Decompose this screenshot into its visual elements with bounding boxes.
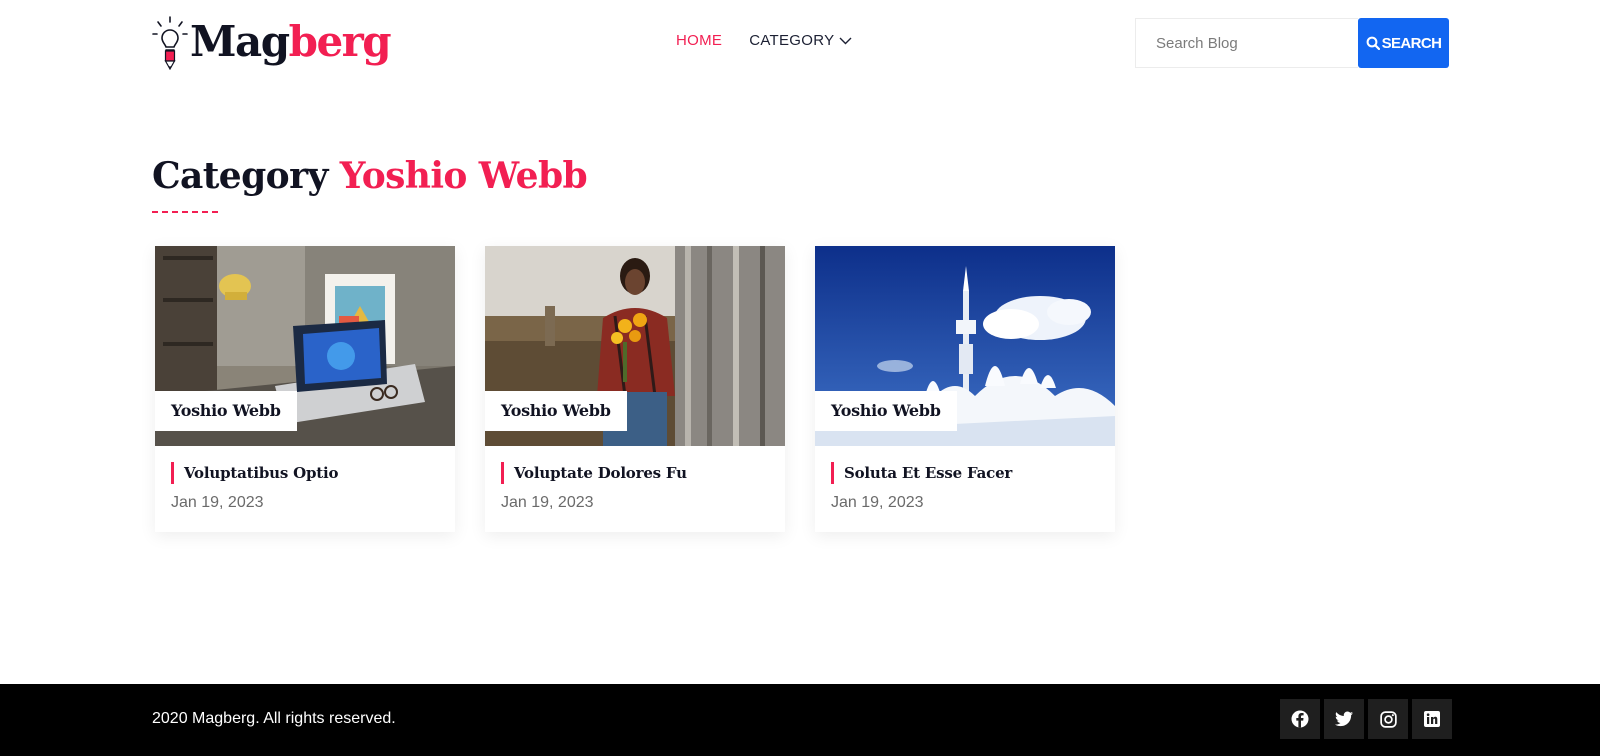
post-date: Jan 19, 2023 xyxy=(501,494,594,511)
post-title[interactable]: Voluptate Dolores Fu xyxy=(501,462,687,484)
page-title-prefix: Category xyxy=(152,155,328,197)
search-button[interactable]: SEARCH xyxy=(1358,18,1449,68)
search-form: SEARCH xyxy=(1135,18,1449,68)
post-list: Yoshio Webb Voluptatibus Optio Jan 19, 2… xyxy=(155,246,1145,532)
post-date: Jan 19, 2023 xyxy=(171,494,264,511)
page-title-category: Yoshio Webb xyxy=(339,155,588,197)
twitter-icon xyxy=(1335,711,1353,727)
instagram-icon xyxy=(1379,710,1397,728)
post-title[interactable]: Voluptatibus Optio xyxy=(171,462,338,484)
nav-home-link[interactable]: HOME xyxy=(676,32,722,49)
social-links xyxy=(1276,699,1452,739)
post-category-tag[interactable]: Yoshio Webb xyxy=(485,391,627,431)
lightbulb-pencil-icon xyxy=(152,16,188,70)
instagram-link[interactable] xyxy=(1368,699,1408,739)
post-title[interactable]: Soluta Et Esse Facer xyxy=(831,462,1012,484)
linkedin-link[interactable] xyxy=(1412,699,1452,739)
post-card[interactable]: Yoshio Webb Soluta Et Esse Facer Jan 19,… xyxy=(815,246,1115,532)
snowy-tower-photo[interactable]: Yoshio Webb xyxy=(815,246,1115,446)
site-footer: 2020 Magberg. All rights reserved. xyxy=(0,684,1600,756)
logo-text-part1: Mag xyxy=(190,17,290,66)
facebook-link[interactable] xyxy=(1280,699,1320,739)
search-icon xyxy=(1366,36,1380,50)
post-date: Jan 19, 2023 xyxy=(831,494,924,511)
chevron-down-icon xyxy=(839,37,852,44)
linkedin-icon xyxy=(1424,711,1440,727)
post-category-tag[interactable]: Yoshio Webb xyxy=(815,391,957,431)
nav-category-dropdown[interactable]: CATEGORY xyxy=(749,32,852,49)
logo-text: Magberg xyxy=(190,14,392,70)
page-title: Category Yoshio Webb xyxy=(152,150,588,202)
laptop-desk-photo[interactable]: Yoshio Webb xyxy=(155,246,455,446)
search-input[interactable] xyxy=(1135,18,1358,68)
nav-category-label: CATEGORY xyxy=(749,32,835,49)
title-divider xyxy=(152,211,218,213)
site-logo[interactable]: Magberg xyxy=(152,14,392,70)
main-nav: HOME CATEGORY xyxy=(676,32,879,49)
post-card[interactable]: Yoshio Webb Voluptate Dolores Fu Jan 19,… xyxy=(485,246,785,532)
logo-text-part2: berg xyxy=(288,17,392,66)
twitter-link[interactable] xyxy=(1324,699,1364,739)
facebook-icon xyxy=(1291,710,1309,728)
post-card[interactable]: Yoshio Webb Voluptatibus Optio Jan 19, 2… xyxy=(155,246,455,532)
woman-sunflowers-photo[interactable]: Yoshio Webb xyxy=(485,246,785,446)
site-header: Magberg HOME CATEGORY SEARCH xyxy=(0,0,1600,86)
post-category-tag[interactable]: Yoshio Webb xyxy=(155,391,297,431)
copyright-text: 2020 Magberg. All rights reserved. xyxy=(152,710,396,727)
search-button-label: SEARCH xyxy=(1381,34,1442,52)
